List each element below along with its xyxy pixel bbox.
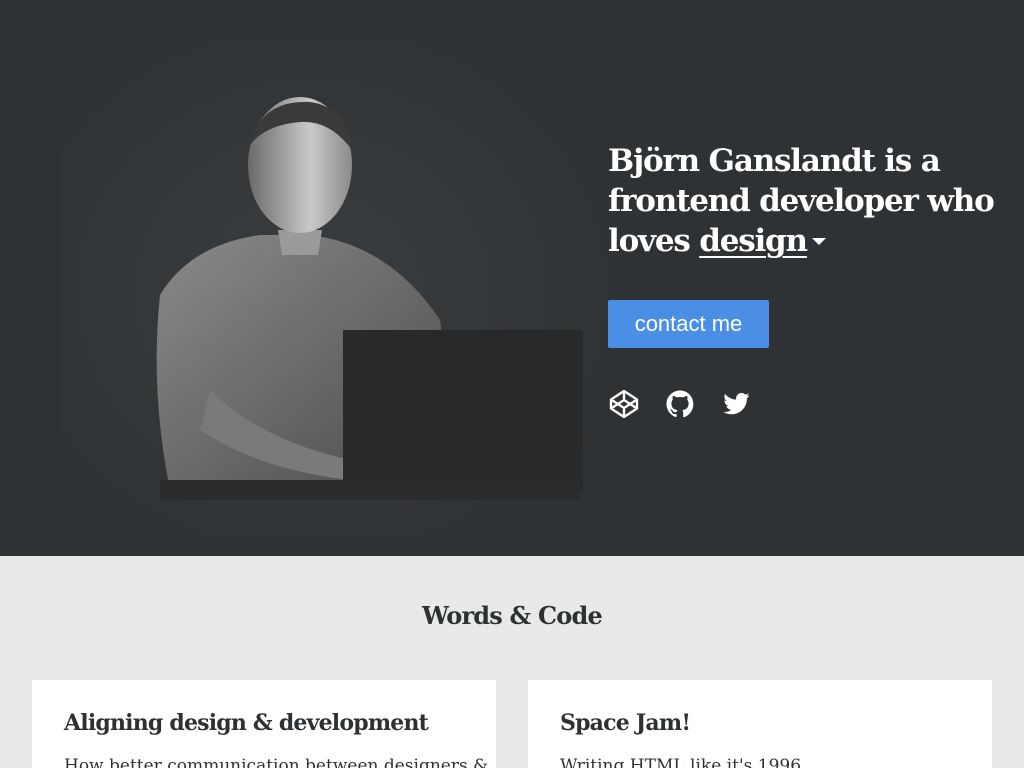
twitter-icon[interactable] bbox=[720, 388, 752, 420]
post-card[interactable]: Space Jam! Writing HTML like it's 1996 bbox=[528, 680, 992, 768]
post-card-title[interactable]: Space Jam! bbox=[560, 710, 960, 736]
post-card[interactable]: Aligning design & development How better… bbox=[32, 680, 496, 768]
portrait-photo bbox=[60, 40, 620, 540]
caret-down-icon[interactable] bbox=[811, 238, 826, 245]
post-card-excerpt: How better communication between designe… bbox=[64, 756, 489, 768]
hero-headline: Björn Ganslandt is a frontend developer … bbox=[608, 141, 1008, 261]
post-card-title[interactable]: Aligning design & development bbox=[64, 710, 464, 736]
role-word-toggle[interactable]: design bbox=[699, 223, 808, 259]
github-icon[interactable] bbox=[664, 388, 696, 420]
contact-button[interactable]: contact me bbox=[608, 300, 769, 348]
codepen-icon[interactable] bbox=[608, 388, 640, 420]
social-links bbox=[608, 388, 752, 420]
hero: Björn Ganslandt is a frontend developer … bbox=[0, 0, 1024, 556]
post-card-excerpt: Writing HTML like it's 1996 bbox=[560, 756, 802, 768]
section-title: Words & Code bbox=[422, 601, 603, 630]
intro: Björn Ganslandt is a frontend developer … bbox=[608, 141, 1008, 261]
